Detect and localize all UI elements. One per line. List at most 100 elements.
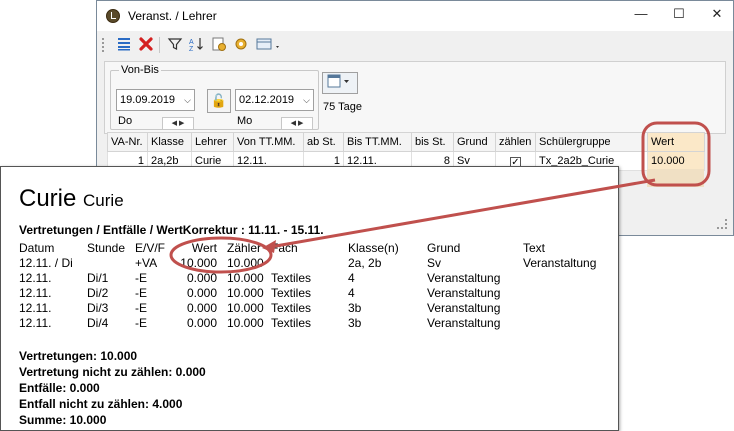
summary-vertretung-nicht-zaehlen: Vertretung nicht zu zählen: 0.000 [19, 365, 206, 379]
summary-entfaelle: Entfälle: 0.000 [19, 381, 100, 395]
row-wert: 0.000 [186, 271, 217, 285]
summary-vertretungen: Vertretungen: 10.000 [19, 349, 138, 363]
row-fach: Textiles [271, 286, 312, 300]
column-header[interactable]: Grund [453, 132, 496, 152]
toolbar-grip[interactable] [102, 38, 106, 52]
teacher-name: Curie [19, 185, 77, 212]
chevron-down-icon[interactable]: ⌵ [303, 90, 310, 110]
row-grund: Veranstaltung [427, 301, 501, 315]
close-button[interactable]: ✕ [702, 4, 732, 26]
header-wert: Wert [191, 241, 217, 255]
app-clock-icon [106, 9, 120, 23]
column-header[interactable]: Klasse [147, 132, 192, 152]
from-date-field[interactable]: 19.09.2019 ⌵ [116, 89, 195, 111]
teacher-name-sub: Curie [83, 191, 124, 210]
window-title: Veranst. / Lehrer [128, 9, 217, 23]
row-datum: 12.11. [19, 286, 52, 300]
row-klasse: 4 [348, 286, 355, 300]
to-date-field[interactable]: 02.12.2019 ⌵ [235, 89, 314, 111]
summary-summe: Summe: 10.000 [19, 413, 107, 427]
teacher-report-popup: Curie Curie Vertretungen / Entfälle / We… [0, 166, 619, 431]
row-stunde: Di/1 [87, 271, 109, 285]
row-datum: 12.11. / Di [19, 256, 73, 270]
gear-icon[interactable] [232, 36, 250, 54]
von-bis-label: Von-Bis [119, 64, 161, 76]
minimize-button[interactable]: — [626, 4, 656, 26]
svg-text:Z: Z [189, 46, 194, 52]
row-zaehler: 10.000 [227, 256, 264, 270]
header-text: Text [523, 241, 546, 255]
delete-icon[interactable] [137, 36, 155, 54]
row-klasse: 3b [348, 301, 362, 315]
from-date-spinner[interactable]: ◀ ▶ [162, 117, 194, 130]
toolbar-separator [159, 37, 160, 53]
row-evf: +VA [135, 256, 158, 270]
grid-header-row: VA-Nr. Klasse Lehrer Von TT.MM. ab St. B… [107, 132, 705, 152]
report-teacher-name: Curie Curie [19, 186, 124, 214]
header-klasse: Klasse(n) [348, 241, 399, 255]
to-day-label: Mo [237, 115, 253, 127]
row-stunde: Di/4 [87, 316, 109, 330]
row-grund: Sv [427, 256, 442, 270]
column-header[interactable]: zählen [495, 132, 536, 152]
view-dropdown-icon[interactable] [254, 36, 284, 54]
header-grund: Grund [427, 241, 461, 255]
calendar-icon [327, 74, 349, 88]
column-header-wert[interactable]: Wert [647, 132, 705, 152]
to-date-spinner[interactable]: ◀ ▶ [281, 117, 313, 130]
row-fach: Textiles [271, 271, 312, 285]
header-stunde: Stunde [87, 241, 126, 255]
row-fach: Textiles [271, 301, 312, 315]
row-klasse: 4 [348, 271, 355, 285]
row-wert: 0.000 [186, 316, 217, 330]
row-grund: Veranstaltung [427, 271, 501, 285]
cell-wert[interactable]: 10.000 [647, 151, 705, 171]
row-evf: -E [135, 286, 147, 300]
column-header[interactable]: Von TT.MM. [233, 132, 304, 152]
column-header[interactable]: ab St. [303, 132, 344, 152]
row-datum: 12.11. [19, 271, 52, 285]
chevron-down-icon[interactable]: ⌵ [184, 90, 191, 110]
day-count: 75 Tage [323, 101, 362, 113]
column-header[interactable]: Bis TT.MM. [343, 132, 412, 152]
calendar-dropdown-button[interactable] [322, 72, 358, 94]
row-wert: 10.000 [180, 256, 217, 270]
row-evf: -E [135, 271, 147, 285]
resize-grip[interactable] [717, 219, 727, 229]
row-wert: 0.000 [186, 301, 217, 315]
row-klasse: 2a, 2b [348, 256, 382, 270]
lock-icon[interactable]: 🔓 [207, 89, 231, 113]
maximize-button[interactable]: ☐ [664, 4, 694, 26]
von-bis-group: Von-Bis 19.09.2019 ⌵ Do ◀ ▶ 🔓 02.12.2019… [110, 64, 319, 130]
column-header[interactable]: Schülergruppe [535, 132, 648, 152]
svg-text:A: A [189, 39, 194, 46]
header-datum: Datum [19, 241, 55, 255]
list-icon[interactable] [115, 36, 133, 54]
settings-icon[interactable] [210, 36, 228, 54]
row-datum: 12.11. [19, 316, 52, 330]
row-zaehler: 10.000 [227, 301, 264, 315]
header-evf: E/V/F [135, 241, 166, 255]
row-wert: 0.000 [186, 286, 217, 300]
title-bar[interactable]: Veranst. / Lehrer — ☐ ✕ [97, 1, 733, 31]
row-zaehler: 10.000 [227, 286, 264, 300]
row-stunde: Di/2 [87, 286, 109, 300]
sort-icon[interactable]: AZ [188, 36, 206, 54]
row-grund: Veranstaltung [427, 316, 501, 330]
filter-icon[interactable] [166, 36, 184, 54]
summary-entfall-nicht-zaehlen: Entfall nicht zu zählen: 4.000 [19, 397, 183, 411]
column-header[interactable]: VA-Nr. [107, 132, 148, 152]
row-datum: 12.11. [19, 301, 52, 315]
row-zaehler: 10.000 [227, 316, 264, 330]
row-grund: Veranstaltung [427, 286, 501, 300]
toolbar: AZ [97, 31, 733, 59]
column-header[interactable]: Lehrer [191, 132, 234, 152]
cell-wert-empty[interactable] [647, 169, 704, 187]
row-fach: Textiles [271, 316, 312, 330]
header-fach: Fach [271, 241, 298, 255]
column-header[interactable]: bis St. [411, 132, 454, 152]
row-evf: -E [135, 316, 147, 330]
to-date-value: 02.12.2019 [239, 94, 295, 106]
from-day-label: Do [118, 115, 133, 127]
row-evf: -E [135, 301, 147, 315]
